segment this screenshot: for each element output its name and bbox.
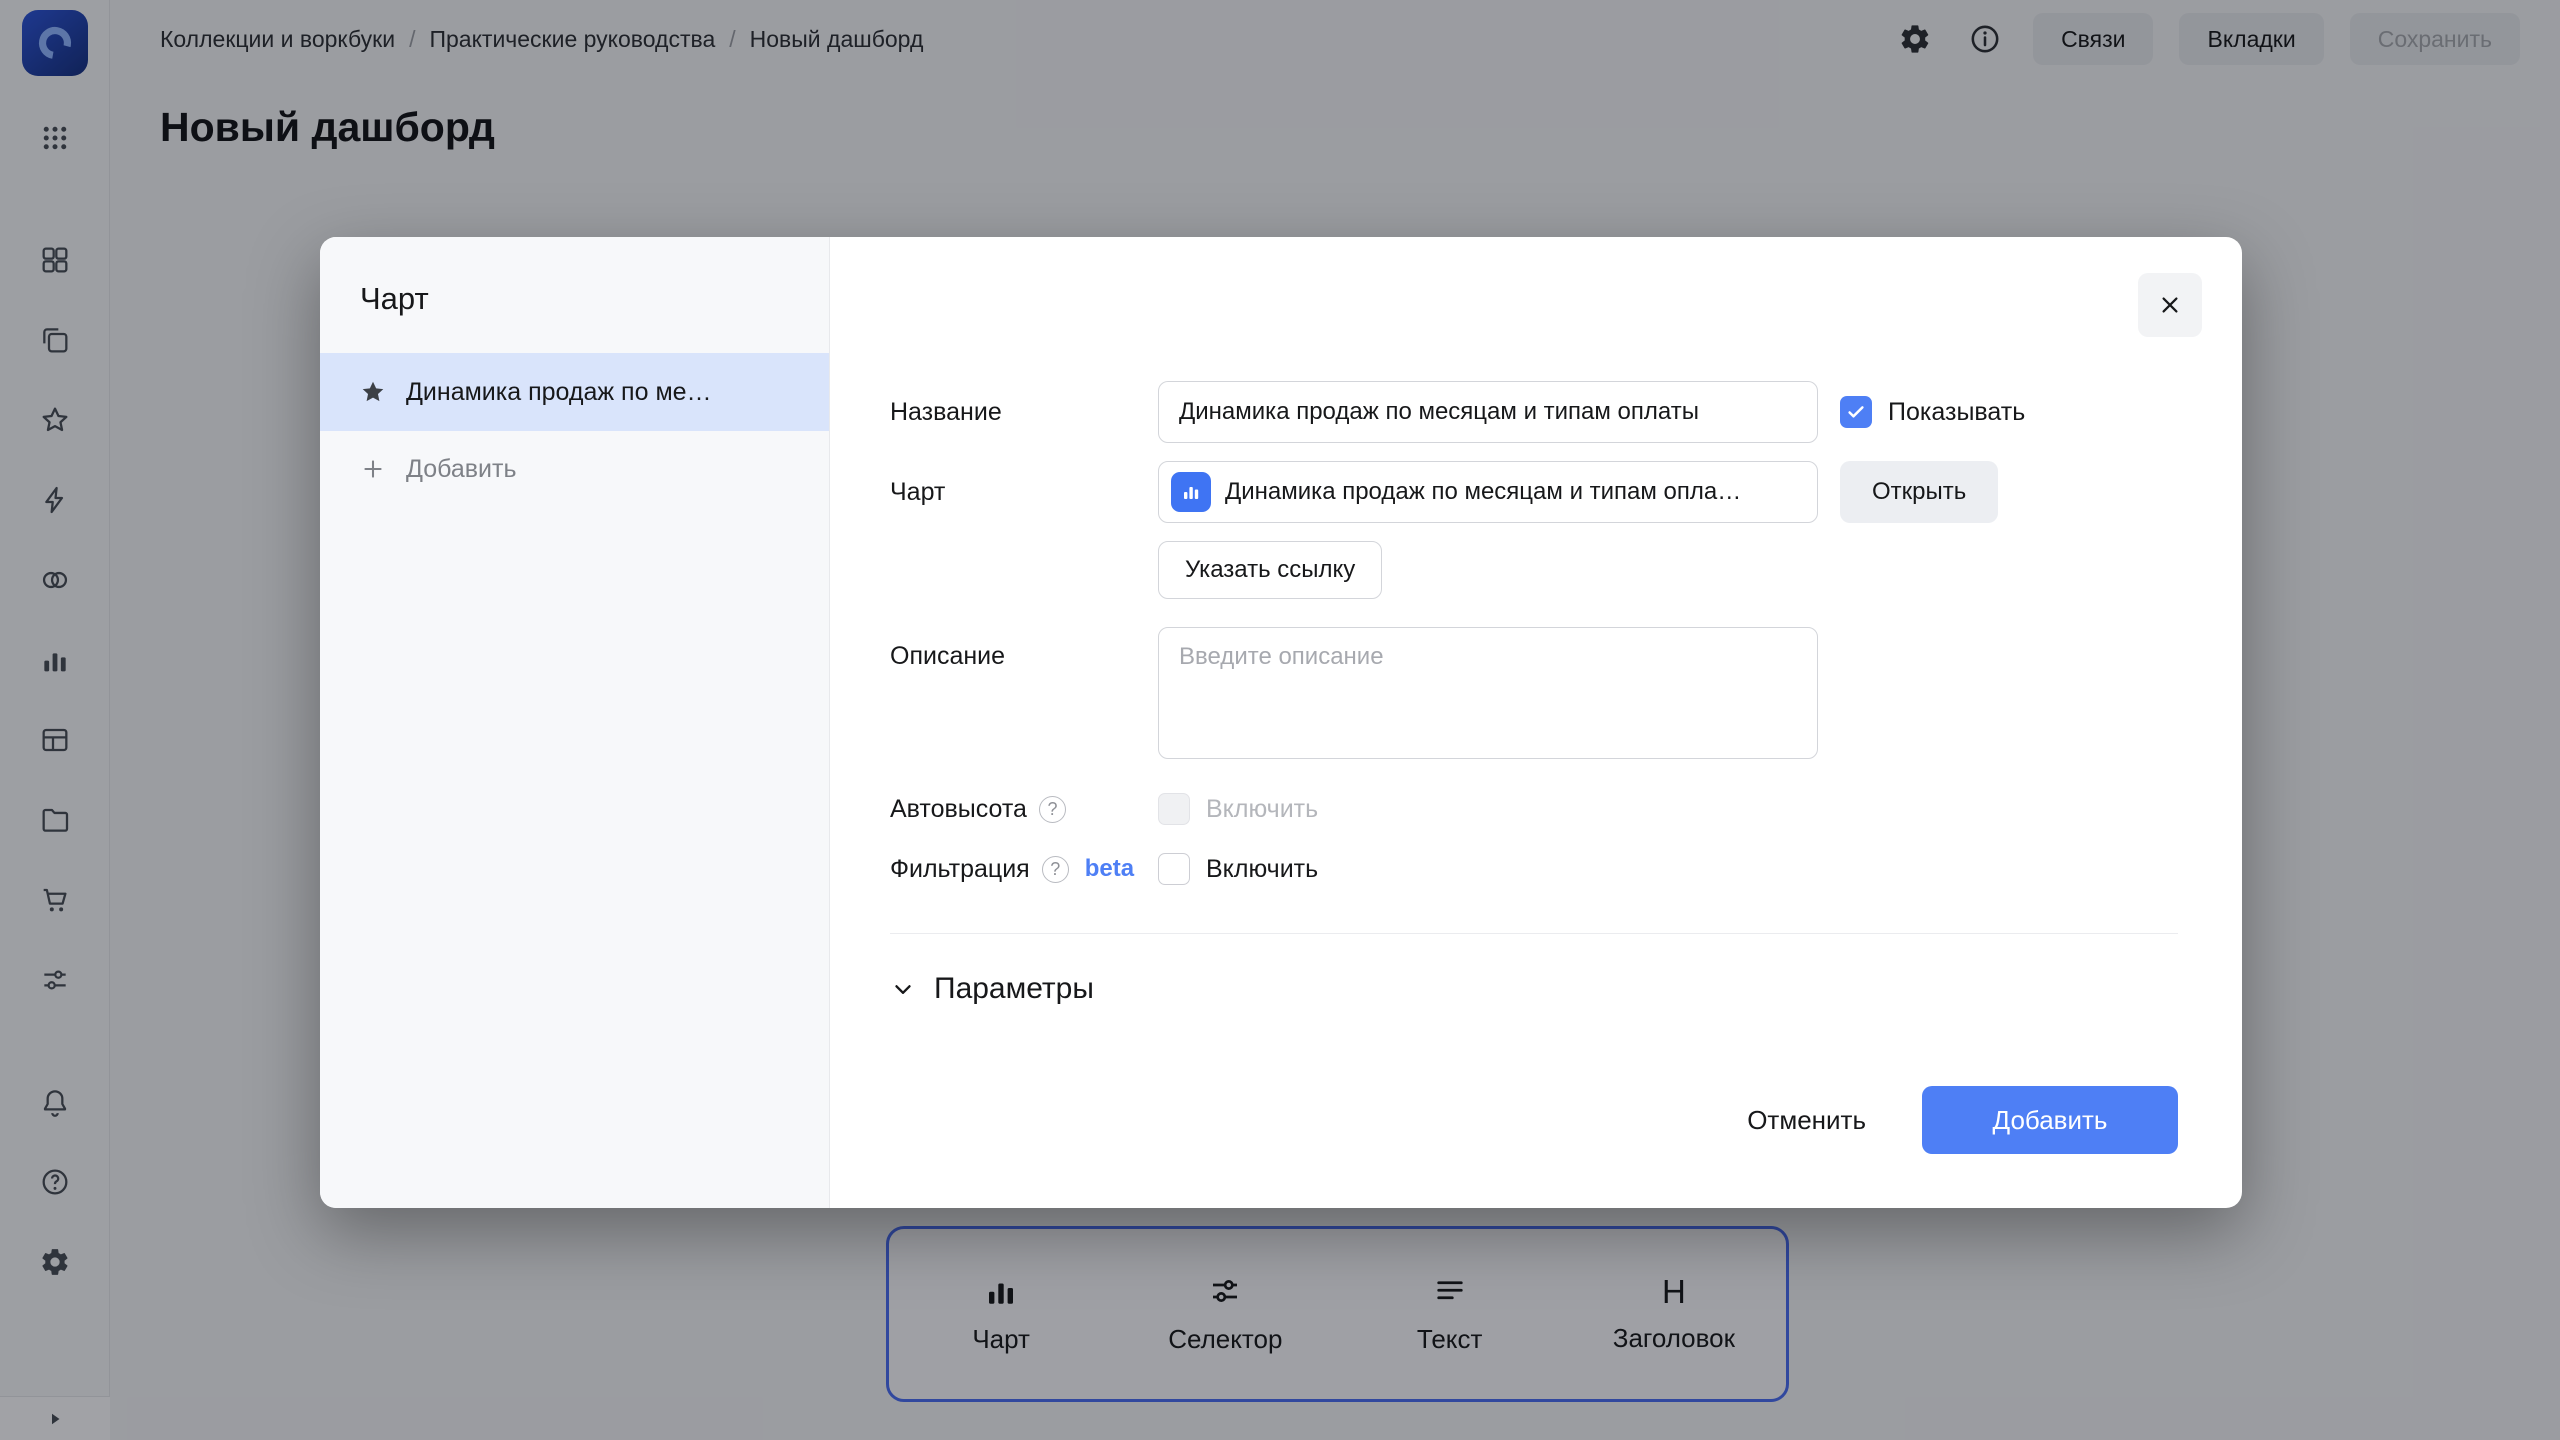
chart-list-item-label: Динамика продаж по ме… <box>406 377 712 406</box>
autoheight-toggle-label: Включить <box>1206 794 1319 823</box>
chart-type-icon <box>1171 472 1211 512</box>
autoheight-row: Автовысота ? Включить <box>890 787 2178 831</box>
star-icon <box>362 381 384 402</box>
description-row: Описание <box>890 627 2178 759</box>
filtering-toggle[interactable]: Включить <box>1158 853 1318 885</box>
chart-list-item-selected[interactable]: Динамика продаж по ме… <box>320 353 829 431</box>
specify-link-button[interactable]: Указать ссылку <box>1158 541 1383 599</box>
show-title-toggle[interactable]: Показывать <box>1840 396 2025 428</box>
description-label: Описание <box>890 642 1006 670</box>
parameters-label: Параметры <box>934 972 1094 1005</box>
add-chart-list-button[interactable]: Добавить <box>320 431 829 507</box>
dialog-side-panel: Чарт Динамика продаж по ме… Добавить <box>320 237 830 1208</box>
name-label: Название <box>890 397 1002 426</box>
link-row: Указать ссылку <box>1158 541 2178 599</box>
filtering-label-text: Фильтрация <box>890 854 1030 883</box>
chart-row: Чарт Динамика продаж по месяцам и типам … <box>890 461 2178 523</box>
show-title-checkbox[interactable] <box>1840 396 1872 428</box>
autoheight-label: Автовысота ? <box>890 795 1158 824</box>
chart-form: Название Показывать Чарт Динамика продаж… <box>890 381 2178 1006</box>
name-input[interactable] <box>1158 381 1818 443</box>
filtering-label: Фильтрация ? beta <box>890 855 1158 884</box>
name-row: Название Показывать <box>890 381 2178 443</box>
show-title-label: Показывать <box>1888 397 2026 426</box>
autoheight-label-text: Автовысота <box>890 794 1027 823</box>
description-textarea[interactable] <box>1158 627 1818 759</box>
filtering-toggle-label: Включить <box>1206 854 1319 883</box>
autoheight-toggle: Включить <box>1158 793 1318 825</box>
dialog-content: Название Показывать Чарт Динамика продаж… <box>830 237 2242 1208</box>
chart-field-value: Динамика продаж по месяцам и типам опла… <box>1225 478 1742 505</box>
check-icon <box>1848 406 1864 418</box>
close-button[interactable] <box>2138 273 2202 337</box>
chart-label: Чарт <box>890 477 946 506</box>
add-chart-list-label: Добавить <box>406 454 517 483</box>
dialog-footer: Отменить Добавить <box>1719 1086 2178 1154</box>
filtering-checkbox[interactable] <box>1158 853 1190 885</box>
beta-badge: beta <box>1084 855 1135 882</box>
cancel-button[interactable]: Отменить <box>1719 1086 1894 1154</box>
chart-select-field[interactable]: Динамика продаж по месяцам и типам опла… <box>1158 461 1818 523</box>
add-chart-dialog: Чарт Динамика продаж по ме… Добавить Наз… <box>320 237 2242 1208</box>
chevron-down-icon <box>895 985 911 994</box>
autoheight-help-icon[interactable]: ? <box>1038 795 1066 823</box>
autoheight-checkbox <box>1158 793 1190 825</box>
filtering-row: Фильтрация ? beta Включить <box>890 847 2178 891</box>
add-button[interactable]: Добавить <box>1922 1086 2178 1154</box>
dialog-title: Чарт <box>360 281 429 316</box>
filtering-help-icon[interactable]: ? <box>1041 855 1069 883</box>
open-chart-button[interactable]: Открыть <box>1840 461 1999 523</box>
parameters-section-toggle[interactable]: Параметры <box>890 933 2178 1006</box>
close-icon <box>2162 297 2178 313</box>
plus-icon <box>364 460 382 478</box>
